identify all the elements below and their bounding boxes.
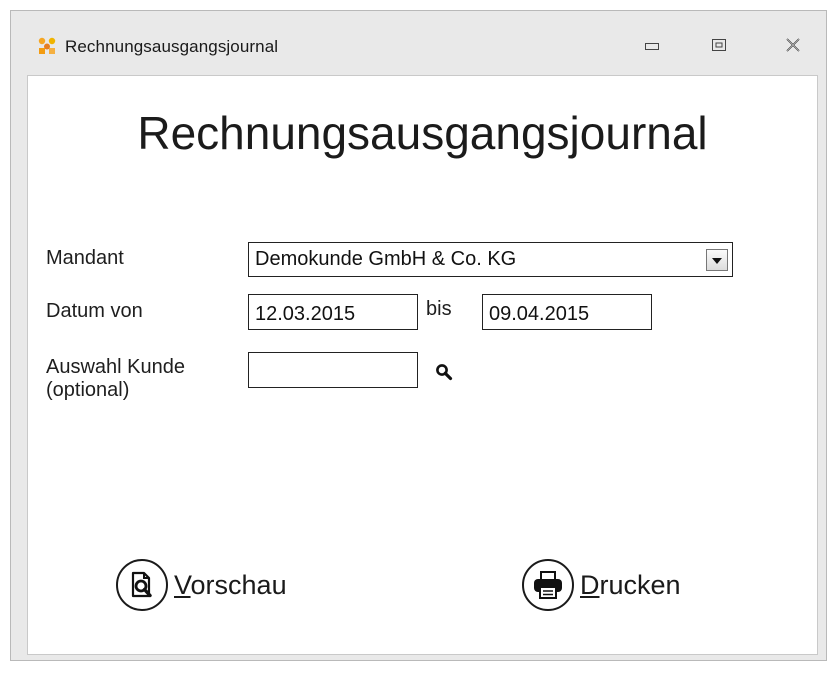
application-window: Rechnungsausgangsjournal Rechnungsausgan…: [10, 10, 827, 661]
mandant-label: Mandant: [46, 247, 124, 269]
datum-bis-input[interactable]: [482, 294, 652, 330]
page-title: Rechnungsausgangsjournal: [137, 107, 708, 159]
print-button[interactable]: Drucken: [522, 557, 681, 613]
bis-label: bis: [426, 298, 452, 320]
datum-von-label: Datum von: [46, 300, 143, 322]
printer-icon: [522, 559, 574, 611]
title-bar[interactable]: Rechnungsausgangsjournal: [11, 11, 826, 75]
customer-search-button[interactable]: [431, 361, 457, 387]
search-icon: [435, 363, 453, 386]
kunde-label: Auswahl Kunde (optional): [46, 356, 185, 402]
mandant-dropdown[interactable]: Demokunde GmbH & Co. KG: [248, 242, 733, 277]
kunde-label-line2: (optional): [46, 379, 130, 401]
datum-von-input[interactable]: [248, 294, 418, 330]
close-icon: [786, 37, 800, 57]
preview-icon: [116, 559, 168, 611]
print-label: Drucken: [580, 569, 681, 600]
app-icon: [38, 37, 56, 55]
preview-label: Vorschau: [174, 569, 287, 600]
minimize-button[interactable]: [632, 33, 672, 61]
preview-button[interactable]: Vorschau: [116, 557, 287, 613]
kunde-search-input[interactable]: [248, 352, 418, 388]
mandant-selected-value: Demokunde GmbH & Co. KG: [255, 248, 517, 270]
chevron-down-icon: [712, 251, 722, 269]
restore-icon: [712, 38, 726, 56]
kunde-label-line1: Auswahl Kunde: [46, 356, 185, 378]
window-title: Rechnungsausgangsjournal: [65, 37, 279, 56]
minimize-icon: [645, 38, 659, 56]
restore-button[interactable]: [699, 33, 739, 61]
dropdown-arrow-button[interactable]: [706, 249, 728, 271]
close-button[interactable]: [773, 33, 813, 61]
form-panel: Rechnungsausgangsjournal Mandant Demokun…: [27, 75, 818, 655]
